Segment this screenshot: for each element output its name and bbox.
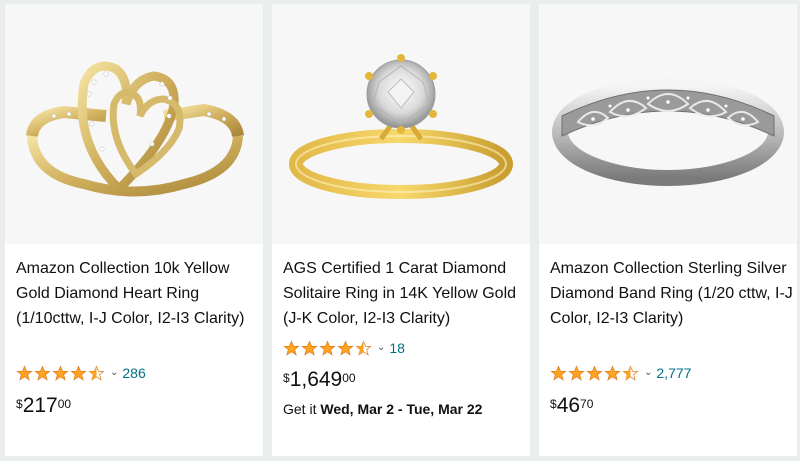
product-card: Amazon Collection 10k Yellow Gold Diamon… (5, 4, 263, 456)
price-whole: 46 (556, 394, 581, 417)
star-full-icon (319, 340, 336, 356)
star-rating (16, 365, 106, 382)
price-fraction: 00 (342, 371, 356, 385)
product-image[interactable] (272, 4, 530, 244)
star-full-icon (550, 365, 567, 381)
product-rating[interactable]: ⌄ 2,777 (550, 362, 691, 384)
price-whole: 1,649 (289, 368, 343, 391)
star-full-icon (34, 365, 51, 381)
product-image[interactable] (539, 4, 797, 244)
star-full-icon (16, 365, 33, 381)
product-grid: Amazon Collection 10k Yellow Gold Diamon… (0, 0, 800, 461)
product-price[interactable]: $ 1,649 00 (283, 368, 356, 392)
price-fraction: 00 (57, 397, 72, 411)
product-title[interactable]: AGS Certified 1 Carat Diamond Solitaire … (283, 256, 527, 331)
star-full-icon (604, 365, 621, 381)
price-symbol: $ (16, 397, 23, 411)
price-symbol: $ (550, 397, 557, 411)
delivery-prefix: Get it (283, 401, 321, 417)
chevron-down-icon[interactable]: ⌄ (377, 343, 385, 353)
star-full-icon (337, 340, 354, 356)
price-whole: 217 (22, 394, 58, 417)
review-count-link[interactable]: 18 (389, 340, 405, 356)
price-fraction: 70 (580, 397, 594, 411)
star-full-icon (70, 365, 87, 381)
star-half-icon (88, 365, 105, 381)
product-rating[interactable]: ⌄ 18 (283, 337, 405, 359)
star-full-icon (301, 340, 318, 356)
chevron-down-icon[interactable]: ⌄ (644, 368, 652, 378)
solitaire-ring-image (289, 54, 513, 199)
product-card: Amazon Collection Sterling Silver Diamon… (539, 4, 797, 456)
star-full-icon (283, 340, 300, 356)
product-price[interactable]: $ 46 70 (550, 394, 593, 418)
product-title[interactable]: Amazon Collection Sterling Silver Diamon… (550, 256, 794, 331)
star-full-icon (568, 365, 585, 381)
chevron-down-icon[interactable]: ⌄ (110, 368, 118, 378)
star-half-icon (622, 365, 639, 381)
review-count-link[interactable]: 286 (122, 365, 145, 381)
star-full-icon (586, 365, 603, 381)
star-full-icon (52, 365, 69, 381)
star-half-icon (355, 340, 372, 356)
delivery-dates: Wed, Mar 2 - Tue, Mar 22 (320, 401, 483, 417)
gold-heart-ring-image (26, 61, 244, 197)
delivery-estimate: Get it Wed, Mar 2 - Tue, Mar 22 (283, 401, 482, 417)
product-rating[interactable]: ⌄ 286 (16, 362, 146, 384)
product-image[interactable] (5, 4, 263, 244)
star-rating (550, 365, 640, 382)
product-price[interactable]: $ 217 00 (16, 394, 71, 418)
price-symbol: $ (283, 371, 290, 385)
product-title[interactable]: Amazon Collection 10k Yellow Gold Diamon… (16, 256, 260, 331)
review-count-link[interactable]: 2,777 (656, 365, 691, 381)
silver-band-ring-image (552, 78, 784, 186)
star-rating (283, 340, 373, 357)
product-card: AGS Certified 1 Carat Diamond Solitaire … (272, 4, 530, 456)
